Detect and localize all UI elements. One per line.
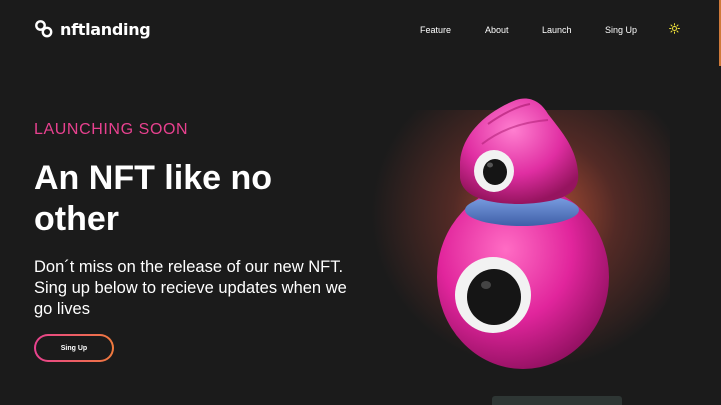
hero-description: Don´t miss on the release of our new NFT…: [34, 258, 347, 318]
nav-launch[interactable]: Launch: [542, 25, 572, 35]
nav-about[interactable]: About: [485, 25, 509, 35]
next-section-peek: [492, 396, 622, 405]
top-nav: Feature About Launch Sing Up: [0, 25, 721, 39]
sign-up-button[interactable]: Sing Up: [34, 334, 114, 362]
launch-kicker: LAUNCHING SOON: [34, 121, 189, 138]
sign-up-button-label: Sing Up: [36, 336, 112, 360]
sun-icon[interactable]: [669, 23, 680, 34]
nav-sign-up[interactable]: Sing Up: [605, 25, 637, 35]
landing-page: nftlanding Feature About Launch Sing Up …: [0, 0, 721, 405]
nav-feature[interactable]: Feature: [420, 25, 451, 35]
nft-character-illustration: [437, 98, 609, 369]
hero-headline: An NFT like no other: [34, 159, 272, 238]
